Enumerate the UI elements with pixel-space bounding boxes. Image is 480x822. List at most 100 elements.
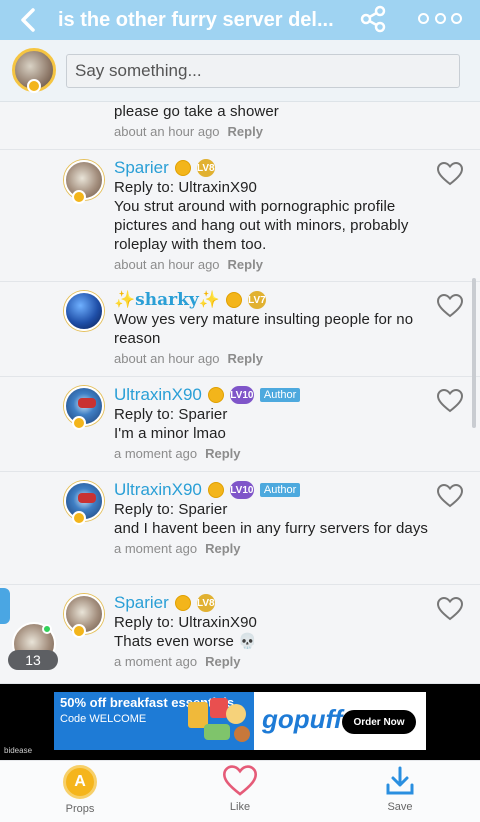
like-button[interactable]: Like [200, 765, 280, 813]
download-icon [386, 766, 414, 795]
reply-button[interactable]: Reply [205, 446, 240, 461]
comment-text: You strut around with pornographic profi… [114, 198, 409, 253]
user-avatar[interactable] [64, 291, 104, 331]
level-badge: LV10 [229, 481, 254, 499]
curator-badge-icon [207, 387, 224, 403]
reply-to-label: Reply to: Sparier [114, 406, 228, 423]
comment-meta: a moment ago Reply [114, 446, 430, 461]
ad-banner[interactable]: 50% off breakfast essentials. Code WELCO… [0, 684, 480, 760]
ad-brand: gopuff [262, 704, 343, 734]
user-avatar[interactable] [64, 160, 104, 204]
username[interactable]: Sparier [114, 593, 169, 613]
ad-provider-tag: bidease [4, 746, 33, 755]
level-badge: LV8 [196, 594, 215, 612]
badge-icon [72, 190, 86, 204]
like-heart-icon[interactable] [437, 389, 463, 413]
badge-icon [72, 416, 86, 430]
username[interactable]: ✨sharky✨ [114, 290, 220, 310]
more-icon [418, 12, 429, 24]
comment-meta: about an hour ago Reply [114, 124, 430, 139]
avatar-detail [78, 398, 96, 408]
user-avatar[interactable] [64, 481, 104, 525]
avatar-detail [78, 493, 96, 503]
badge-icon [27, 79, 41, 93]
comment-composer: Say something... [0, 40, 480, 102]
user-avatar[interactable] [64, 594, 104, 638]
badge-icon [72, 511, 86, 525]
comment-item: UltraxinX90 LV10 Author Reply to: Sparie… [0, 472, 480, 585]
share-icon [360, 5, 386, 33]
comment-meta: about an hour ago Reply [114, 257, 430, 272]
reply-to-label: Reply to: UltraxinX90 [114, 179, 257, 196]
comment-time: about an hour ago [114, 257, 220, 272]
reply-button[interactable]: Reply [205, 654, 240, 669]
comment-item: UltraxinX90 LV10 Author Reply to: Sparie… [0, 377, 480, 472]
comment-time: about an hour ago [114, 351, 220, 366]
scrollbar[interactable] [472, 278, 476, 428]
reply-to-label: Reply to: UltraxinX90 [114, 614, 257, 631]
level-badge: LV10 [229, 386, 254, 404]
ad-food-image [188, 698, 250, 742]
comment-input[interactable]: Say something... [66, 54, 460, 88]
comment-item: ✨sharky✨ LV7 Wow yes very mature insulti… [0, 282, 480, 377]
comment-meta: a moment ago Reply [114, 654, 430, 669]
comment-author-row: ✨sharky✨ LV7 [114, 290, 430, 310]
more-options-button[interactable] [418, 9, 462, 27]
curator-badge-icon [207, 482, 224, 498]
reply-to-label: Reply to: Sparier [114, 501, 228, 518]
reply-button[interactable]: Reply [228, 124, 263, 139]
online-indicator [42, 624, 52, 634]
comment-author-row: UltraxinX90 LV10 Author [114, 480, 430, 500]
level-badge: LV7 [247, 291, 266, 309]
comment-author-row: Sparier LV8 [114, 593, 430, 613]
top-bar: is the other furry server del... [0, 0, 480, 40]
share-button[interactable] [360, 5, 388, 33]
reply-button[interactable]: Reply [228, 351, 263, 366]
like-heart-icon[interactable] [437, 484, 463, 508]
like-heart-icon[interactable] [437, 294, 463, 318]
bottom-action-bar: A Props Like Save [0, 760, 480, 822]
user-avatar[interactable] [64, 386, 104, 430]
badge-icon [72, 624, 86, 638]
comment-text: Thats even worse 💀 [114, 633, 258, 650]
notification-counter[interactable]: 13 [8, 650, 58, 670]
comment-author-row: Sparier LV8 [114, 158, 430, 178]
comment-time: a moment ago [114, 446, 198, 461]
author-badge: Author [259, 483, 301, 497]
username[interactable]: UltraxinX90 [114, 480, 202, 500]
comment-item: Sparier LV8 Reply to: UltraxinX90 Thats … [0, 585, 480, 684]
ad-creative[interactable]: 50% off breakfast essentials. Code WELCO… [54, 692, 426, 750]
comment-item: please go take a shower about an hour ag… [0, 102, 480, 150]
comment-text: I'm a minor lmao [114, 425, 226, 442]
heart-icon [223, 765, 257, 796]
reply-button[interactable]: Reply [228, 257, 263, 272]
side-menu-handle[interactable] [0, 588, 10, 624]
comment-list: please go take a shower about an hour ag… [0, 102, 480, 684]
comment-text: and I havent been in any furry servers f… [114, 520, 429, 537]
username[interactable]: Sparier [114, 158, 169, 178]
save-button[interactable]: Save [360, 765, 440, 813]
props-button[interactable]: A Props [40, 765, 120, 815]
props-coin-icon: A [63, 765, 97, 799]
curator-badge-icon [174, 160, 191, 176]
back-button[interactable] [14, 6, 42, 34]
like-heart-icon[interactable] [437, 597, 463, 621]
curator-badge-icon [225, 292, 242, 308]
curator-badge-icon [174, 595, 191, 611]
comment-text: please go take a shower [114, 103, 279, 120]
ad-order-now-button[interactable]: Order Now [342, 710, 416, 734]
reply-button[interactable]: Reply [205, 541, 240, 556]
like-heart-icon[interactable] [437, 162, 463, 186]
like-label: Like [229, 801, 251, 813]
username[interactable]: UltraxinX90 [114, 385, 202, 405]
current-user-avatar[interactable] [12, 48, 56, 93]
comment-text: Wow yes very mature insulting people for… [114, 311, 414, 347]
more-icon [451, 12, 462, 24]
comment-time: a moment ago [114, 541, 198, 556]
comment-author-row: UltraxinX90 LV10 Author [114, 385, 430, 405]
chevron-left-icon [21, 8, 35, 32]
level-badge: LV8 [196, 159, 215, 177]
comment-item: Sparier LV8 Reply to: UltraxinX90 You st… [0, 150, 480, 282]
comment-meta: about an hour ago Reply [114, 351, 430, 366]
ad-left-panel: 50% off breakfast essentials. Code WELCO… [54, 692, 254, 750]
